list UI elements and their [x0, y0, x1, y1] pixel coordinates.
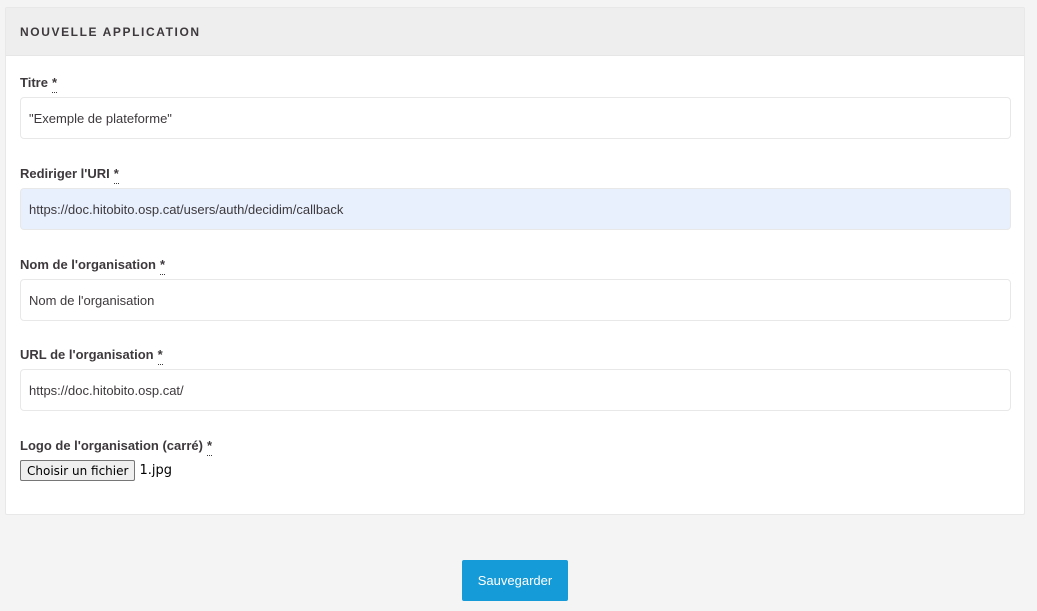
card-title: NOUVELLE APPLICATION [20, 24, 201, 39]
save-button[interactable]: Sauvegarder [462, 560, 568, 601]
required-marker: * [160, 258, 166, 275]
org-name-input[interactable] [20, 279, 1011, 321]
required-marker: * [51, 76, 57, 93]
org-name-label-text: Nom de l'organisation [20, 257, 156, 272]
field-org-name: Nom de l'organisation * [20, 257, 1011, 321]
card-header: NOUVELLE APPLICATION [6, 8, 1024, 56]
field-org-logo: Logo de l'organisation (carré) * Choisir… [20, 438, 1011, 481]
field-redirect-uri: Rediriger l'URI * [20, 166, 1011, 230]
org-logo-label-text: Logo de l'organisation (carré) [20, 438, 203, 453]
choose-file-button[interactable]: Choisir un fichier [20, 460, 136, 481]
redirect-uri-input[interactable] [20, 188, 1011, 230]
redirect-uri-label: Rediriger l'URI * [20, 166, 1011, 184]
field-org-url: URL de l'organisation * [20, 347, 1011, 411]
titre-label-text: Titre [20, 75, 48, 90]
org-url-label: URL de l'organisation * [20, 347, 1011, 365]
titre-label: Titre * [20, 75, 1011, 93]
selected-file-name: 1.jpg [139, 463, 172, 478]
org-url-label-text: URL de l'organisation [20, 347, 154, 362]
required-marker: * [206, 439, 213, 456]
new-application-card: NOUVELLE APPLICATION Titre * Rediriger l… [5, 7, 1025, 515]
file-picker: Choisir un fichier 1.jpg [20, 460, 172, 481]
org-name-label: Nom de l'organisation * [20, 257, 1011, 275]
required-marker: * [157, 348, 163, 365]
required-marker: * [113, 167, 119, 184]
org-logo-label: Logo de l'organisation (carré) * [20, 438, 1011, 456]
field-titre: Titre * [20, 75, 1011, 139]
org-url-input[interactable] [20, 369, 1011, 411]
titre-input[interactable] [20, 97, 1011, 139]
redirect-uri-label-text: Rediriger l'URI [20, 166, 110, 181]
